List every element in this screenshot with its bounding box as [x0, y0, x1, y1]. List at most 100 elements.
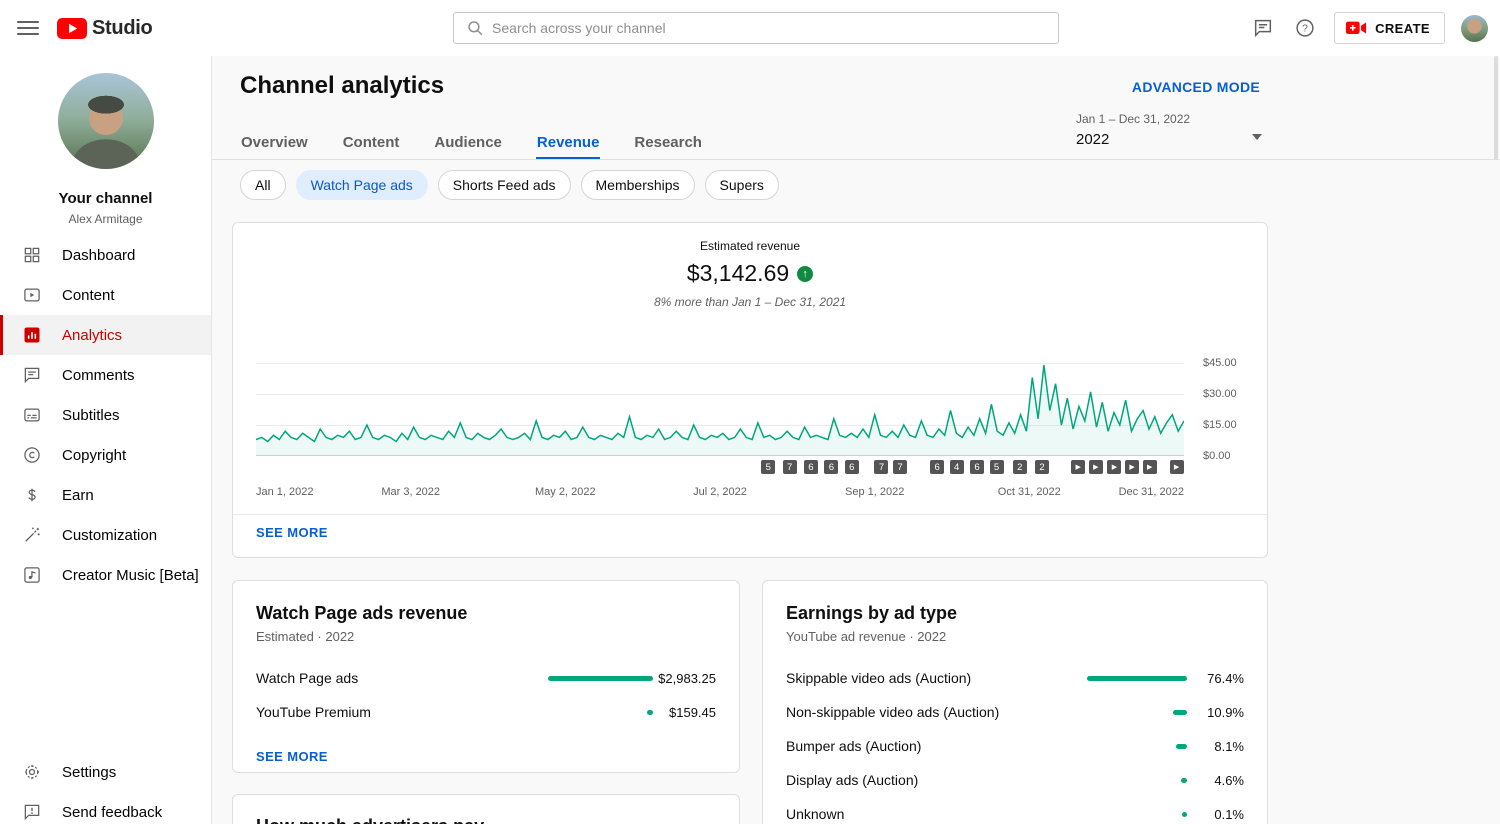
video-count-marker[interactable]: 2	[1035, 460, 1049, 474]
search-input[interactable]	[492, 20, 1058, 36]
channel-name: Your channel	[0, 190, 211, 207]
value-bar	[1176, 744, 1187, 749]
y-axis-label: $30.00	[1203, 388, 1237, 400]
sidebar-item-copyright[interactable]: Copyright	[0, 435, 211, 475]
video-count-marker[interactable]: 7	[893, 460, 907, 474]
sidebar-item-earn[interactable]: Earn	[0, 475, 211, 515]
video-count-marker[interactable]: 2	[1013, 460, 1027, 474]
youtube-play-icon	[57, 18, 87, 39]
value-bar	[647, 710, 653, 715]
feedback-icon[interactable]	[1250, 15, 1276, 41]
tab-research[interactable]: Research	[633, 128, 703, 160]
card-title: How much advertisers pay	[256, 816, 716, 824]
sidebar-item-comments[interactable]: Comments	[0, 355, 211, 395]
sidebar-item-settings[interactable]: Settings	[0, 752, 211, 792]
advanced-mode-link[interactable]: ADVANCED MODE	[1132, 79, 1260, 95]
list-item[interactable]: YouTube Premium $159.45	[256, 702, 716, 722]
earnings-by-ad-type-card: Earnings by ad type YouTube ad revenue ·…	[762, 580, 1268, 824]
video-publish-markers: 5766677646522▶▶▶▶▶▶	[256, 460, 1184, 474]
chip-memberships[interactable]: Memberships	[581, 170, 695, 200]
date-range-text: Jan 1 – Dec 31, 2022	[1076, 112, 1268, 126]
sidebar-item-subtitles[interactable]: Subtitles	[0, 395, 211, 435]
estimated-revenue-card: Estimated revenue $3,142.69 ↑ 8% more th…	[232, 222, 1268, 558]
chevron-down-icon	[1252, 134, 1262, 140]
youtube-studio-app: Studio ? CREATE Your channel Alex Arm	[0, 0, 1500, 824]
list-item[interactable]: Display ads (Auction) 4.6%	[786, 770, 1244, 790]
card-divider	[233, 514, 1267, 515]
sidebar-item-analytics[interactable]: Analytics	[0, 315, 211, 355]
trend-up-icon: ↑	[797, 266, 813, 282]
card-title: Earnings by ad type	[786, 603, 1244, 624]
video-count-marker[interactable]: 6	[824, 460, 838, 474]
video-count-marker[interactable]: 4	[950, 460, 964, 474]
svg-text:?: ?	[1302, 24, 1308, 35]
tab-overview[interactable]: Overview	[240, 128, 309, 160]
video-count-marker[interactable]: 5	[761, 460, 775, 474]
sidebar-item-creator-music[interactable]: Creator Music [Beta]	[0, 555, 211, 595]
scrollbar-thumb[interactable]	[1494, 56, 1498, 160]
channel-avatar[interactable]	[58, 73, 154, 169]
video-publish-play-marker[interactable]: ▶	[1089, 460, 1103, 474]
menu-hamburger-icon[interactable]	[17, 17, 39, 39]
video-count-marker[interactable]: 6	[930, 460, 944, 474]
value-bar	[1182, 812, 1187, 817]
list-item[interactable]: Skippable video ads (Auction) 76.4%	[786, 668, 1244, 688]
revenue-line-chart[interactable]	[256, 363, 1184, 456]
video-count-marker[interactable]: 7	[874, 460, 888, 474]
video-publish-play-marker[interactable]: ▶	[1107, 460, 1121, 474]
video-count-marker[interactable]: 5	[990, 460, 1004, 474]
revenue-filter-chips: All Watch Page ads Shorts Feed ads Membe…	[240, 170, 779, 200]
value-bar	[1087, 676, 1187, 681]
youtube-studio-logo[interactable]: Studio	[57, 17, 152, 40]
sidebar-item-content[interactable]: Content	[0, 275, 211, 315]
metric-block: Estimated revenue $3,142.69 ↑ 8% more th…	[233, 239, 1267, 309]
chip-watch-page-ads[interactable]: Watch Page ads	[296, 170, 428, 200]
help-icon[interactable]: ?	[1292, 15, 1318, 41]
list-item[interactable]: Bumper ads (Auction) 8.1%	[786, 736, 1244, 756]
date-range-picker[interactable]: Jan 1 – Dec 31, 2022 2022	[1076, 112, 1268, 158]
see-more-link[interactable]: SEE MORE	[256, 749, 328, 764]
chip-supers[interactable]: Supers	[705, 170, 779, 200]
list-item[interactable]: Non-skippable video ads (Auction) 10.9%	[786, 702, 1244, 722]
sidebar-item-dashboard[interactable]: Dashboard	[0, 235, 211, 275]
video-publish-play-marker[interactable]: ▶	[1170, 460, 1184, 474]
channel-owner-name: Alex Armitage	[0, 212, 211, 226]
see-more-link[interactable]: SEE MORE	[256, 525, 328, 540]
video-publish-play-marker[interactable]: ▶	[1125, 460, 1139, 474]
page-title: Channel analytics	[240, 72, 444, 100]
x-axis-label: May 2, 2022	[535, 486, 596, 498]
list-item[interactable]: Watch Page ads $2,983.25	[256, 668, 716, 688]
value-bar	[548, 676, 653, 681]
sidebar-item-send-feedback[interactable]: Send feedback	[0, 792, 211, 824]
sidebar: Your channel Alex Armitage Dashboard Con…	[0, 56, 212, 824]
video-publish-play-marker[interactable]: ▶	[1143, 460, 1157, 474]
video-count-marker[interactable]: 6	[845, 460, 859, 474]
chip-all[interactable]: All	[240, 170, 286, 200]
video-count-marker[interactable]: 6	[804, 460, 818, 474]
sidebar-item-customization[interactable]: Customization	[0, 515, 211, 555]
video-count-marker[interactable]: 7	[783, 460, 797, 474]
tabs-divider	[212, 159, 1500, 160]
account-avatar[interactable]	[1461, 15, 1488, 42]
tab-content[interactable]: Content	[342, 128, 401, 160]
video-count-marker[interactable]: 6	[970, 460, 984, 474]
creator-music-icon	[21, 564, 43, 586]
y-axis-label: $15.00	[1203, 419, 1237, 431]
tab-audience[interactable]: Audience	[433, 128, 503, 160]
metric-label: Estimated revenue	[233, 239, 1267, 253]
revenue-chart-plot-area[interactable]	[256, 363, 1184, 456]
create-button-label: CREATE	[1375, 21, 1430, 36]
card-title: Watch Page ads revenue	[256, 603, 716, 624]
x-axis-label: Dec 31, 2022	[1119, 486, 1184, 498]
x-axis-label: Mar 3, 2022	[381, 486, 440, 498]
x-axis-label: Sep 1, 2022	[845, 486, 904, 498]
list-item[interactable]: Unknown 0.1%	[786, 804, 1244, 824]
dashboard-icon	[21, 244, 43, 266]
earn-icon	[21, 484, 43, 506]
chip-shorts-feed-ads[interactable]: Shorts Feed ads	[438, 170, 571, 200]
value-bar	[1173, 710, 1187, 715]
tab-revenue[interactable]: Revenue	[536, 128, 601, 160]
sidebar-nav: Dashboard Content Analytics Comments Sub…	[0, 235, 211, 595]
create-button[interactable]: CREATE	[1334, 12, 1445, 44]
video-publish-play-marker[interactable]: ▶	[1071, 460, 1085, 474]
